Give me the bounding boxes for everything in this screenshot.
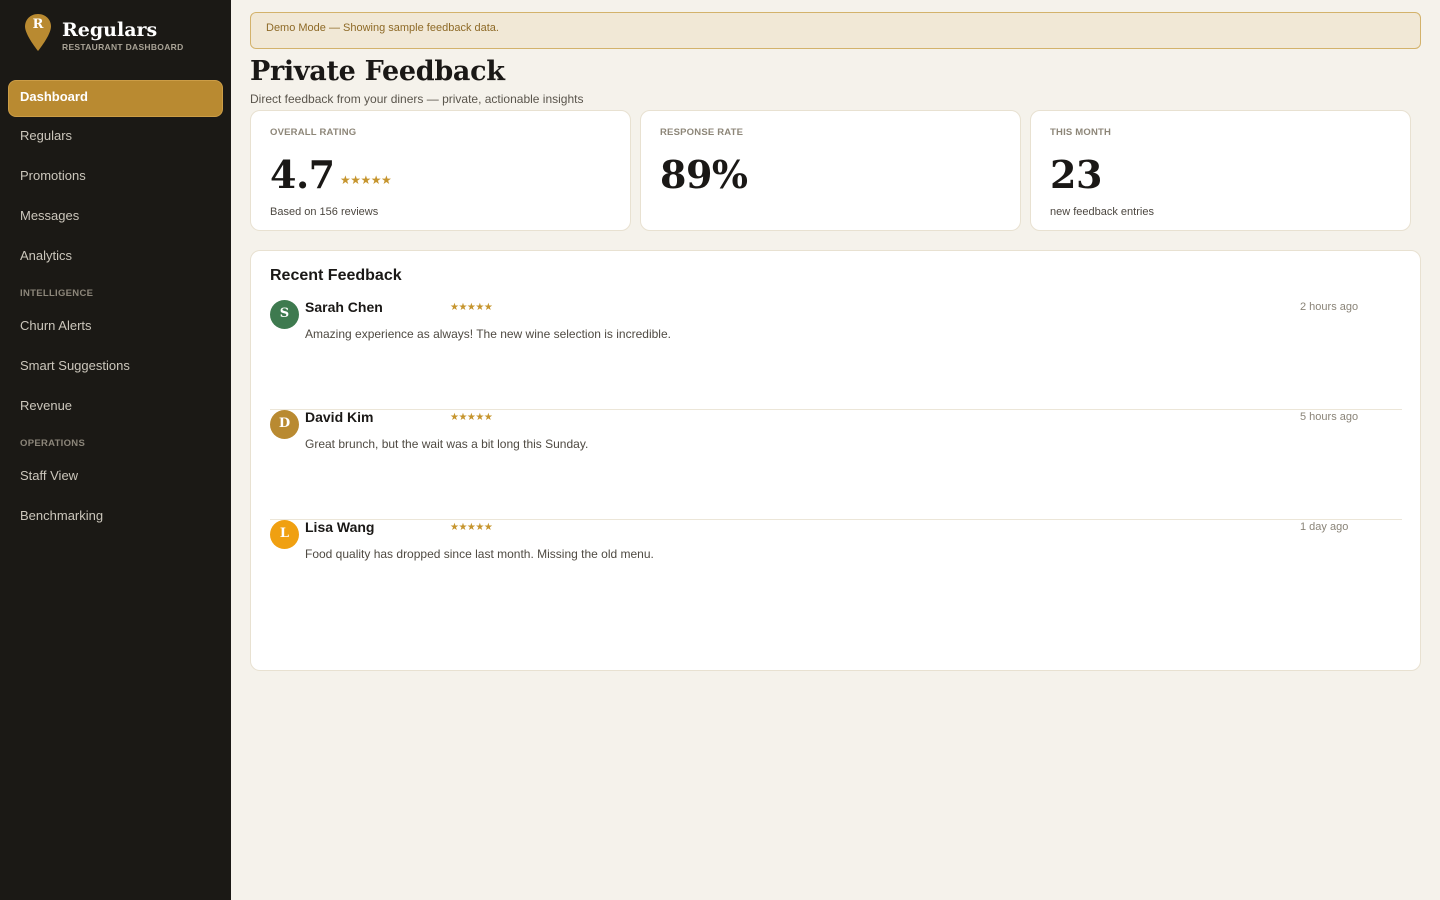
stat-note: Based on 156 reviews: [270, 206, 379, 218]
brand-title: Regulars: [62, 19, 158, 41]
avatar: L: [270, 520, 299, 549]
avatar: S: [270, 300, 299, 329]
feedback-text: Great brunch, but the wait was a bit lon…: [305, 437, 589, 451]
panel-title: Recent Feedback: [270, 267, 402, 284]
nav-item-dashboard[interactable]: Dashboard: [8, 80, 223, 117]
rating-stars-icon: ★★★★★: [450, 412, 493, 423]
nav-section-intelligence: INTELLIGENCE: [20, 288, 94, 299]
feedback-item[interactable]: S Sarah Chen ★★★★★ 2 hours ago Amazing e…: [270, 299, 1402, 410]
stat-label: THIS MONTH: [1050, 127, 1112, 138]
nav-item-regulars[interactable]: Regulars: [8, 119, 223, 156]
recent-feedback-panel: Recent Feedback S Sarah Chen ★★★★★ 2 hou…: [250, 250, 1421, 671]
reviewer-name: Sarah Chen: [305, 299, 383, 315]
nav-item-staff-view[interactable]: Staff View: [8, 459, 223, 496]
nav-item-benchmarking[interactable]: Benchmarking: [8, 499, 223, 536]
nav-item-messages[interactable]: Messages: [8, 199, 223, 236]
feedback-text: Amazing experience as always! The new wi…: [305, 327, 671, 341]
page-subtitle: Direct feedback from your diners — priva…: [250, 92, 584, 106]
reviewer-name: David Kim: [305, 409, 374, 425]
stat-note: new feedback entries: [1050, 206, 1154, 218]
feedback-timestamp: 5 hours ago: [1300, 411, 1359, 423]
feedback-timestamp: 2 hours ago: [1300, 301, 1359, 313]
reviewer-name: Lisa Wang: [305, 519, 375, 535]
nav-item-revenue[interactable]: Revenue: [8, 389, 223, 426]
feedback-item[interactable]: D David Kim ★★★★★ 5 hours ago Great brun…: [270, 409, 1402, 520]
brand-subtitle: RESTAURANT DASHBOARD: [62, 42, 184, 52]
brand-logo[interactable]: R Regulars RESTAURANT DASHBOARD: [24, 13, 224, 53]
demo-mode-banner: Demo Mode — Showing sample feedback data…: [250, 12, 1421, 49]
feedback-item[interactable]: L Lisa Wang ★★★★★ 1 day ago Food quality…: [270, 519, 1402, 630]
stat-card-response-rate: RESPONSE RATE 89%: [640, 110, 1021, 231]
nav-item-churn-alerts[interactable]: Churn Alerts: [8, 309, 223, 346]
feedback-text: Food quality has dropped since last mont…: [305, 547, 654, 561]
stat-label: RESPONSE RATE: [660, 127, 744, 138]
stat-value: 4.7: [270, 152, 335, 197]
rating-stars-icon: ★★★★★: [450, 522, 493, 533]
stat-card-this-month: THIS MONTH 23 new feedback entries: [1030, 110, 1411, 231]
nav-section-operations: OPERATIONS: [20, 438, 86, 449]
avatar: D: [270, 410, 299, 439]
nav-item-analytics[interactable]: Analytics: [8, 239, 223, 276]
stat-label: OVERALL RATING: [270, 127, 357, 138]
rating-stars-icon: ★★★★★: [450, 302, 493, 313]
page-title: Private Feedback: [250, 56, 505, 87]
stat-value: 23: [1050, 152, 1102, 197]
rating-stars-icon: ★★★★★: [340, 173, 392, 187]
sidebar: R Regulars RESTAURANT DASHBOARD Dashboar…: [0, 0, 231, 900]
nav-item-promotions[interactable]: Promotions: [8, 159, 223, 196]
stat-card-overall-rating: OVERALL RATING 4.7 ★★★★★ Based on 156 re…: [250, 110, 631, 231]
stat-value: 89%: [660, 152, 748, 197]
brand-initial: R: [32, 17, 44, 32]
nav-item-smart-suggestions[interactable]: Smart Suggestions: [8, 349, 223, 386]
feedback-timestamp: 1 day ago: [1300, 521, 1349, 533]
